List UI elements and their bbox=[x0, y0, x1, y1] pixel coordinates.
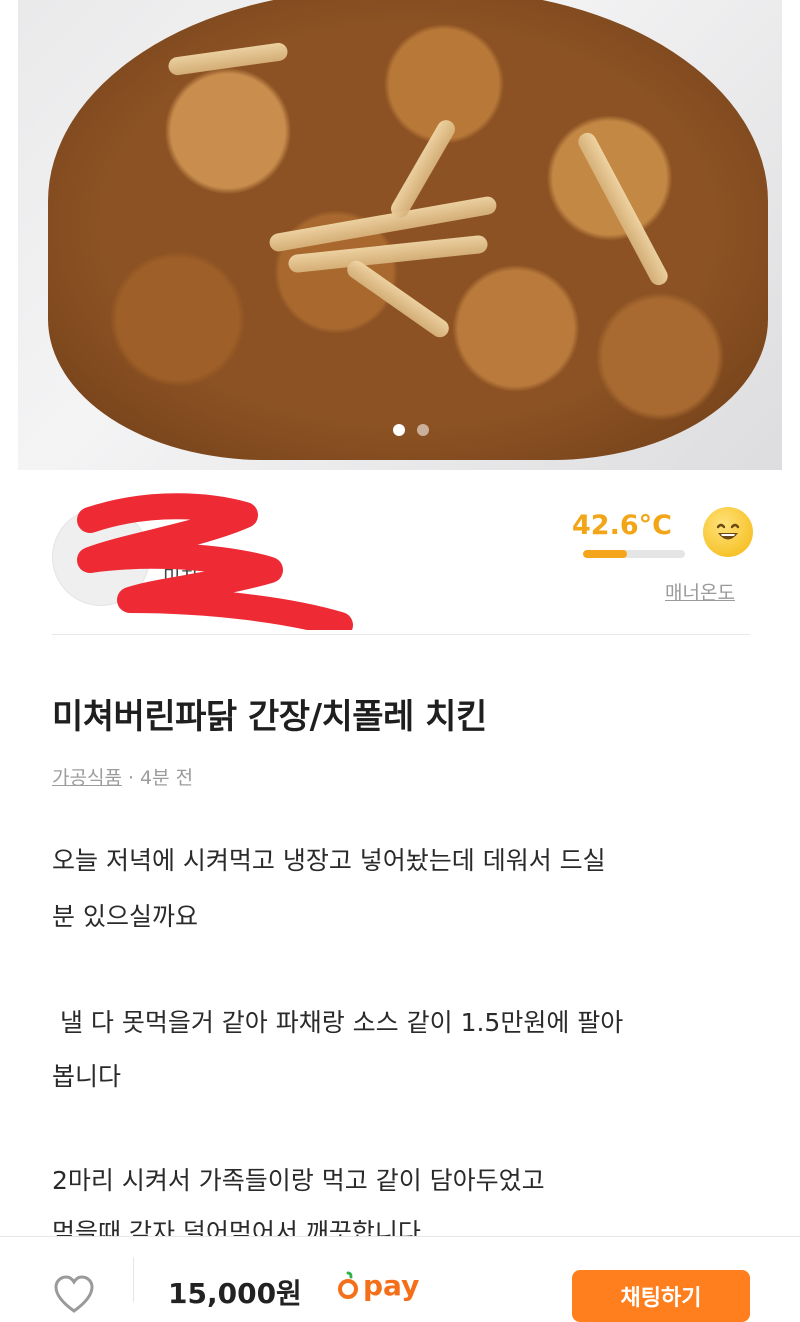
meta-separator: · bbox=[121, 767, 141, 789]
divider bbox=[52, 634, 750, 635]
post-body-line: 낼 다 못먹을거 같아 파채랑 소스 같이 1.5만원에 팔아 bbox=[52, 1008, 624, 1037]
chat-button[interactable]: 채팅하기 bbox=[572, 1270, 750, 1322]
seller-profile[interactable]: 미치 42.6°C 매너온도 bbox=[0, 470, 800, 635]
manner-temperature-link[interactable]: 매너온도 bbox=[665, 578, 735, 605]
post-body-line: 오늘 저녁에 시켜먹고 냉장고 넣어놨는데 데워서 드실 bbox=[52, 846, 606, 875]
product-photo[interactable] bbox=[18, 0, 782, 470]
bottom-action-bar: 15,000원 pay 채팅하기 bbox=[0, 1236, 800, 1322]
chicken-food-image bbox=[48, 0, 768, 460]
post-body-line: 봅니다 bbox=[52, 1062, 122, 1091]
orange-pay-icon bbox=[338, 1271, 358, 1299]
manner-temperature-fill bbox=[583, 550, 627, 558]
photo-pagination[interactable] bbox=[393, 424, 429, 436]
bar-divider bbox=[133, 1257, 134, 1302]
price: 15,000원 bbox=[168, 1277, 302, 1310]
redaction-scribble bbox=[77, 493, 353, 630]
manner-temperature: 42.6°C bbox=[572, 510, 672, 541]
post-title: 미쳐버린파닭 간장/치폴레 치킨 bbox=[52, 697, 487, 737]
post-body-line: 분 있으실까요 bbox=[52, 902, 198, 931]
post-body-line: 2마리 시켜서 가족들이랑 먹고 같이 담아두었고 bbox=[52, 1166, 545, 1195]
post-meta: 가공식품 · 4분 전 bbox=[52, 763, 193, 790]
pay-badge: pay bbox=[337, 1269, 419, 1302]
post-time: 4분 전 bbox=[140, 767, 194, 789]
manner-temperature-bar bbox=[583, 550, 685, 558]
heart-icon[interactable] bbox=[52, 1275, 96, 1315]
category-link[interactable]: 가공식품 bbox=[52, 767, 122, 789]
page-dot-active[interactable] bbox=[393, 424, 405, 436]
smile-face-icon bbox=[703, 507, 753, 557]
page-dot[interactable] bbox=[417, 424, 429, 436]
pay-label: pay bbox=[363, 1269, 420, 1302]
